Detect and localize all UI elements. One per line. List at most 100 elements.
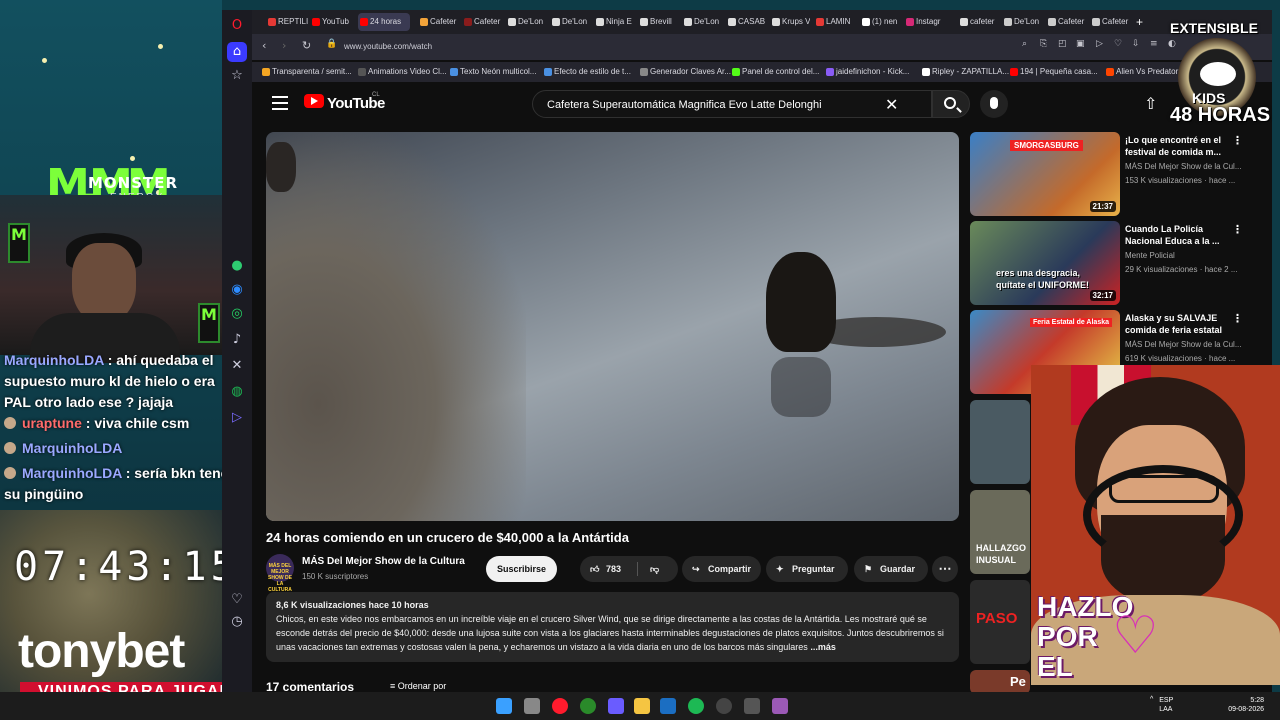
facebook-messenger-icon[interactable]: ◉ [227,280,247,300]
opera-logo-icon[interactable]: O [227,16,247,36]
search-input[interactable] [547,97,867,113]
more-options-icon[interactable]: ⋮ [1232,223,1243,236]
menu-icon[interactable]: ≡ [1150,39,1158,49]
more-options-icon[interactable]: ⋮ [1232,134,1243,147]
tab-active[interactable]: 24 horas [358,13,410,31]
like-icon[interactable]: 👍︎ [590,556,599,582]
search-button[interactable] [932,90,970,118]
bookmark[interactable]: Transparenta / semit... [262,67,352,76]
recommended-thumbnail[interactable]: PASO [970,580,1030,664]
recommended-thumbnail[interactable] [970,400,1030,484]
task-view-icon[interactable] [524,698,540,714]
play-icon[interactable]: ▷ [1096,39,1103,49]
tab[interactable]: cafeter [958,13,998,31]
tab[interactable]: Cafeter [462,13,502,31]
show-more-link[interactable]: ...más [810,642,836,652]
heart-icon[interactable]: ♡ [227,590,247,610]
tab[interactable]: LAMIN [814,13,854,31]
box-icon[interactable]: ▣ [1076,39,1085,49]
video-thumbnail[interactable]: SMORGASBURG 21:37 [970,132,1120,216]
discord-icon[interactable] [608,698,624,714]
heart-icon[interactable]: ♡ [1114,39,1122,49]
bookmark[interactable]: 194 | Pequeña casa... [1010,67,1098,76]
tab[interactable]: De'Lon [506,13,546,31]
video-thumbnail[interactable]: eres una desgracia, quítate el UNIFORME!… [970,221,1120,305]
opera-icon[interactable] [552,698,568,714]
file-explorer-icon[interactable] [634,698,650,714]
language-indicator[interactable]: ESP LAA [1159,696,1173,714]
bookmark[interactable]: Generador Claves Ar... [640,67,731,76]
voice-search-button[interactable] [980,90,1008,118]
url-field[interactable]: www.youtube.com/watch [344,42,432,51]
start-icon[interactable] [496,698,512,714]
clear-search-icon[interactable]: ✕ [885,95,898,114]
bookmark[interactable]: Ripley - ZAPATILLA... [922,67,1009,76]
video-description[interactable]: 8,6 K visualizaciones hace 10 horas Chic… [266,592,959,662]
tab[interactable]: CASAB [726,13,766,31]
app-icon[interactable] [772,698,788,714]
chevron-up-icon[interactable]: ^ [1150,696,1155,703]
player-icon[interactable]: ▷ [227,408,247,428]
tab[interactable]: De'Lon [550,13,590,31]
clock[interactable]: 5:28 09-08-2026 [1214,696,1264,714]
recommended-thumbnail[interactable]: Pe [970,670,1030,694]
ask-button[interactable]: ✦ Preguntar [766,556,848,582]
hamburger-menu-icon[interactable] [272,96,288,110]
bookmark[interactable]: jaidefinichon - Kick... [826,67,909,76]
spotify-icon[interactable]: ◍ [227,382,247,402]
dislike-icon[interactable]: 👎︎ [650,556,659,582]
bookmark[interactable]: Panel de control del... [732,67,819,76]
video-title[interactable]: ¡Lo que encontré en el festival de comid… [1125,134,1225,158]
bookmark[interactable]: Animations Video Cl... [358,67,447,76]
obs-icon[interactable] [716,698,732,714]
more-actions-button[interactable]: ⋯ [932,556,958,582]
new-tab-button[interactable]: + [1136,13,1150,31]
back-icon[interactable]: ‹ [262,39,266,52]
tab[interactable]: Brevill [638,13,678,31]
share-button[interactable]: ↪ Compartir [682,556,761,582]
channel-avatar[interactable]: MÁS DEL MEJOR SHOW DE LA CULTURA [266,554,294,593]
channel-name[interactable]: MÁS Del Mejor Show de la Cultura [302,556,465,567]
tab[interactable]: YouTub [310,13,356,31]
tab[interactable]: Krups V [770,13,810,31]
tab[interactable]: Ninja E [594,13,634,31]
tab[interactable]: Cafeter [1090,13,1130,31]
system-tray[interactable]: ^ ESP LAA [1150,696,1173,714]
bookmark[interactable]: Efecto de estilo de t... [544,67,631,76]
sort-comments-button[interactable]: ≡ Ordenar por [390,681,446,691]
bookmark[interactable]: Texto Neón multicol... [450,67,536,76]
channel-name[interactable]: MÁS Del Mejor Show de la Cul... [1125,340,1245,349]
channel-name[interactable]: Mente Policial [1125,251,1245,260]
history-icon[interactable]: ◷ [227,612,247,632]
home-icon[interactable]: ⌂ [227,42,247,62]
video-title[interactable]: Cuando La Policía Nacional Educa a la ..… [1125,223,1225,247]
messenger-icon[interactable]: ● [227,256,247,276]
app-icon[interactable] [744,698,760,714]
subscribe-button[interactable]: Suscribirse [486,556,557,582]
tab[interactable]: Cafeter [1046,13,1086,31]
recommended-thumbnail[interactable]: HALLAZGO INUSUAL [970,490,1030,574]
video-player[interactable] [266,132,959,521]
xbox-icon[interactable] [580,698,596,714]
forward-icon[interactable]: › [282,39,286,52]
spotify-icon[interactable] [688,698,704,714]
like-count[interactable]: 783 [606,556,621,582]
save-button[interactable]: ⚑ Guardar [854,556,928,582]
recommended-video[interactable]: eres una desgracia, quítate el UNIFORME!… [970,221,1260,305]
camera-icon[interactable]: ◰ [1058,39,1067,49]
tab[interactable]: REPTILI [266,13,310,31]
reload-icon[interactable]: ↻ [302,39,311,52]
star-icon[interactable]: ☆ [227,66,247,86]
recommended-video[interactable]: SMORGASBURG 21:37 ¡Lo que encontré en el… [970,132,1260,216]
tab[interactable]: De'Lon [682,13,722,31]
tab[interactable]: Cafeter [418,13,458,31]
whatsapp-icon[interactable]: ◎ [227,304,247,324]
upload-icon[interactable]: ⇧ [1144,94,1157,113]
tiktok-icon[interactable]: ♪ [227,330,247,350]
x-icon[interactable]: ✕ [227,356,247,376]
tab[interactable]: Instagr [904,13,944,31]
tab[interactable]: (1) nen [860,13,900,31]
channel-name[interactable]: MÁS Del Mejor Show de la Cul... [1125,162,1245,171]
video-title[interactable]: Alaska y su SALVAJE comida de feria esta… [1125,312,1225,336]
download-icon[interactable]: ⇩ [1132,39,1140,49]
